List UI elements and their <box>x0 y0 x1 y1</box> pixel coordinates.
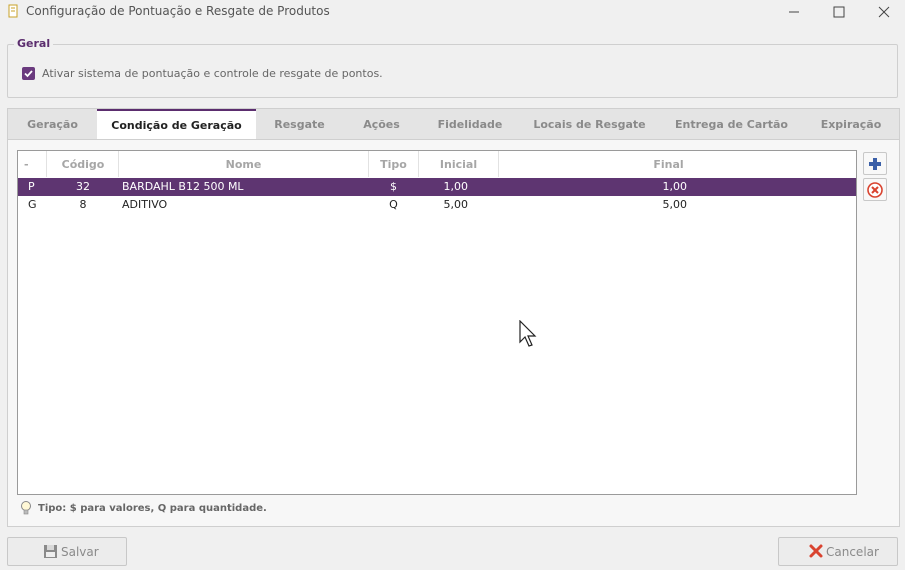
cancel-button-label: Cancelar <box>826 545 879 559</box>
cell-tipo: $ <box>390 180 397 193</box>
tab-expiracao[interactable]: Expiração <box>804 109 898 140</box>
minimize-icon <box>789 11 799 13</box>
minimize-button[interactable] <box>771 0 817 24</box>
column-header-inicial[interactable]: Inicial <box>419 151 499 177</box>
tab-acoes[interactable]: Ações <box>343 109 420 140</box>
cell-flag: G <box>28 198 37 211</box>
cell-final: 5,00 <box>662 198 688 211</box>
cell-inicial: 1,00 <box>443 180 469 193</box>
maximize-icon <box>833 6 845 18</box>
tab-condicao-de-geracao[interactable]: Condição de Geração <box>97 109 256 141</box>
column-header-codigo[interactable]: Código <box>48 151 119 177</box>
add-icon <box>869 157 881 170</box>
column-header-flag[interactable]: - <box>18 151 47 177</box>
enable-points-checkbox[interactable] <box>22 67 35 80</box>
tab-locais-de-resgate[interactable]: Locais de Resgate <box>520 109 659 140</box>
cancel-button[interactable]: Cancelar <box>778 537 898 566</box>
lightbulb-icon <box>21 501 31 515</box>
mouse-cursor-icon <box>519 320 537 347</box>
tab-fidelidade[interactable]: Fidelidade <box>420 109 520 140</box>
save-icon <box>44 545 57 558</box>
enable-points-label[interactable]: Ativar sistema de pontuação e controle d… <box>42 67 383 80</box>
checkbox-checked-icon <box>24 70 33 78</box>
save-button-label: Salvar <box>61 545 99 559</box>
table-row[interactable]: P 32 BARDAHL B12 500 ML $ 1,00 1,00 <box>18 178 856 196</box>
app-icon <box>8 4 18 18</box>
tab-geracao[interactable]: Geração <box>8 109 97 140</box>
cell-codigo: 8 <box>79 198 87 211</box>
maximize-button[interactable] <box>816 0 862 24</box>
close-button[interactable] <box>861 0 905 24</box>
tab-entrega-de-cartao[interactable]: Entrega de Cartão <box>659 109 804 140</box>
column-header-nome[interactable]: Nome <box>119 151 369 177</box>
cell-final: 1,00 <box>662 180 688 193</box>
column-header-tipo[interactable]: Tipo <box>369 151 419 177</box>
title-bar: Configuração de Pontuação e Resgate de P… <box>0 0 905 24</box>
table-row[interactable]: G 8 ADITIVO Q 5,00 5,00 <box>18 196 856 214</box>
tab-bar: Geração Condição de Geração Resgate Açõe… <box>7 108 900 141</box>
window-title: Configuração de Pontuação e Resgate de P… <box>26 4 330 18</box>
geral-legend: Geral <box>14 37 54 50</box>
save-button[interactable]: Salvar <box>7 537 127 566</box>
cell-flag: P <box>28 180 35 193</box>
cell-nome: ADITIVO <box>122 198 168 211</box>
cell-codigo: 32 <box>76 180 90 193</box>
conditions-table[interactable]: - Código Nome Tipo Inicial Final P 32 BA… <box>17 150 857 495</box>
column-header-final[interactable]: Final <box>499 151 838 177</box>
add-row-button[interactable] <box>863 152 887 175</box>
cancel-icon <box>809 544 823 558</box>
tab-resgate[interactable]: Resgate <box>256 109 343 140</box>
table-header: - Código Nome Tipo Inicial Final <box>18 151 856 177</box>
cell-tipo: Q <box>389 198 398 211</box>
remove-icon <box>867 181 883 198</box>
cell-inicial: 5,00 <box>443 198 469 211</box>
type-hint: Tipo: $ para valores, Q para quantidade. <box>38 503 267 514</box>
remove-row-button[interactable] <box>863 178 887 201</box>
close-icon <box>878 6 890 18</box>
cell-nome: BARDAHL B12 500 ML <box>122 180 244 193</box>
